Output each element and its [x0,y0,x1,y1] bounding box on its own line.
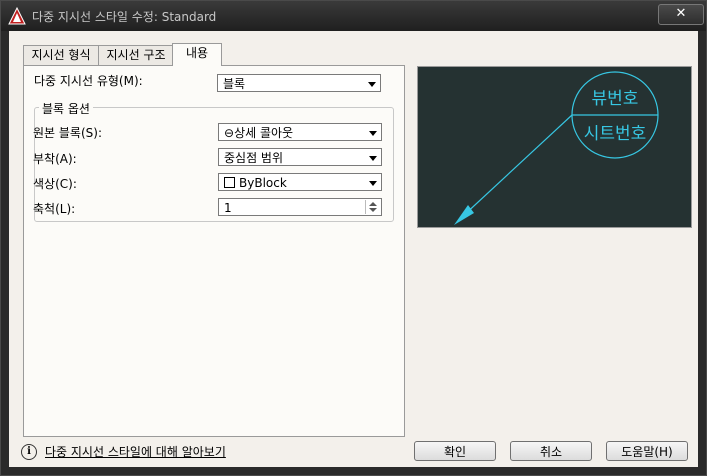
tab-leader-structure[interactable]: 지시선 구조 [98,45,174,65]
chevron-down-icon [369,181,377,186]
color-swatch-icon [224,177,235,188]
chevron-down-icon [368,82,376,87]
attachment-select[interactable]: 중심점 범위 [218,148,382,166]
color-value: ByBlock [239,176,287,190]
leader-type-value: 블록 [223,77,246,91]
learn-more-link[interactable]: 다중 지시선 스타일에 대해 알아보기 [45,443,226,460]
chevron-down-icon [369,156,377,161]
ok-button[interactable]: 확인 [414,441,496,461]
sheet-number-text: 시트번호 [584,124,647,144]
autocad-logo-icon [8,7,26,25]
color-display: ByBlock [224,174,287,192]
dialog-window: 다중 지시선 스타일 수정: Standard ✕ 지시선 형식 지시선 구조 … [0,0,707,476]
source-block-display: ⊖상세 콜아웃 [224,124,293,142]
scale-label: 축척(L): [33,202,76,216]
help-button[interactable]: 도움말(H) [606,441,688,461]
scale-value: 1 [224,201,232,215]
color-select[interactable]: ByBlock [218,173,382,191]
dialog-client-area: 지시선 형식 지시선 구조 내용 다중 지시선 유형(M): 블록 블록 옵션 … [9,31,698,467]
source-block-value: 상세 콜아웃 [234,126,294,140]
detail-callout-icon: ⊖ [224,126,235,140]
title-bar[interactable]: 다중 지시선 스타일 수정: Standard ✕ [1,1,706,31]
chevron-down-icon [369,131,377,136]
view-number-text: 뷰번호 [592,89,639,109]
attachment-value: 중심점 범위 [224,151,284,165]
source-block-select[interactable]: ⊖상세 콜아웃 [218,123,382,141]
block-options-group: 블록 옵션 원본 블록(S): ⊖상세 콜아웃 부착(A): 중심점 범위 색상… [33,100,394,222]
close-button[interactable]: ✕ [658,4,704,25]
preview-pane: 뷰번호 시트번호 [417,66,692,228]
cancel-button[interactable]: 취소 [510,441,592,461]
info-icon: i [21,444,37,460]
tab-content[interactable]: 내용 [172,43,222,66]
color-label: 색상(C): [33,177,77,191]
tab-panel-content: 다중 지시선 유형(M): 블록 블록 옵션 원본 블록(S): ⊖상세 콜아웃… [23,65,405,437]
leader-line [461,114,573,218]
attachment-label: 부착(A): [33,152,77,166]
source-block-label: 원본 블록(S): [33,126,102,140]
tab-leader-format[interactable]: 지시선 형식 [23,45,99,65]
block-options-title: 블록 옵션 [39,100,93,117]
spinner-arrows-icon[interactable] [365,200,380,214]
multileader-preview: 뷰번호 시트번호 [454,71,659,225]
leader-type-select[interactable]: 블록 [217,74,381,92]
window-title: 다중 지시선 스타일 수정: Standard [32,10,217,24]
leader-type-label: 다중 지시선 유형(M): [34,74,143,88]
scale-input[interactable]: 1 [218,198,382,216]
